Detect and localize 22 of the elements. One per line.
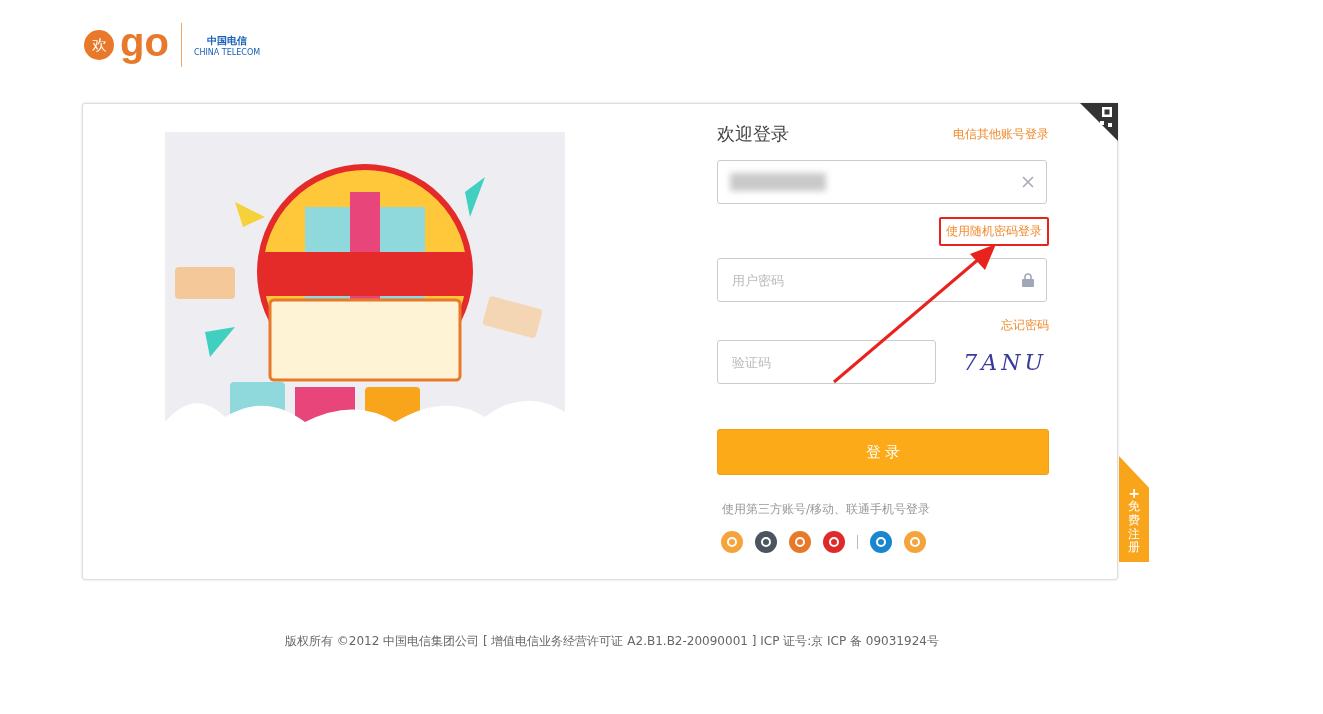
captcha-field[interactable]: 验证码 bbox=[717, 340, 936, 384]
copyright-text: 版权所有 ©2012 中国电信集团公司 [ 增值电信业务经营许可证 A2.B1.B2-20090001 ] ICP 证号:京 ICP 备 09031924号 bbox=[285, 633, 940, 650]
register-tab[interactable]: + 免费注册 bbox=[1119, 456, 1149, 562]
username-field[interactable] bbox=[717, 160, 1047, 204]
password-field[interactable]: 用户密码 bbox=[730, 259, 1022, 301]
logo-mark: 欢 bbox=[84, 30, 114, 60]
captcha-image[interactable]: 7ANU bbox=[963, 349, 1049, 375]
captcha-field[interactable]: 验证码 bbox=[730, 341, 923, 383]
lock-icon bbox=[1022, 273, 1034, 287]
random-password-link[interactable]: 使用随机密码登录 bbox=[939, 216, 1049, 246]
forgot-password-link[interactable]: 忘记密码 bbox=[1001, 316, 1049, 334]
qr-code-icon[interactable] bbox=[1080, 103, 1118, 141]
login-title: 欢迎登录 bbox=[717, 122, 789, 146]
other-account-link[interactable]: 电信其他账号登录 bbox=[953, 125, 1049, 143]
partner-name: 中国电信 bbox=[206, 33, 247, 48]
login-button[interactable]: 登 录 bbox=[717, 429, 1049, 475]
third-party-hint: 使用第三方账号/移动、联通手机号登录 bbox=[722, 501, 932, 518]
logo-word: go bbox=[120, 22, 169, 62]
plus-icon: + bbox=[1128, 486, 1140, 500]
password-field[interactable]: 用户密码 bbox=[717, 258, 1047, 302]
partner-name-en: CHINA TELECOM bbox=[193, 47, 261, 57]
clear-icon[interactable] bbox=[1022, 176, 1034, 188]
